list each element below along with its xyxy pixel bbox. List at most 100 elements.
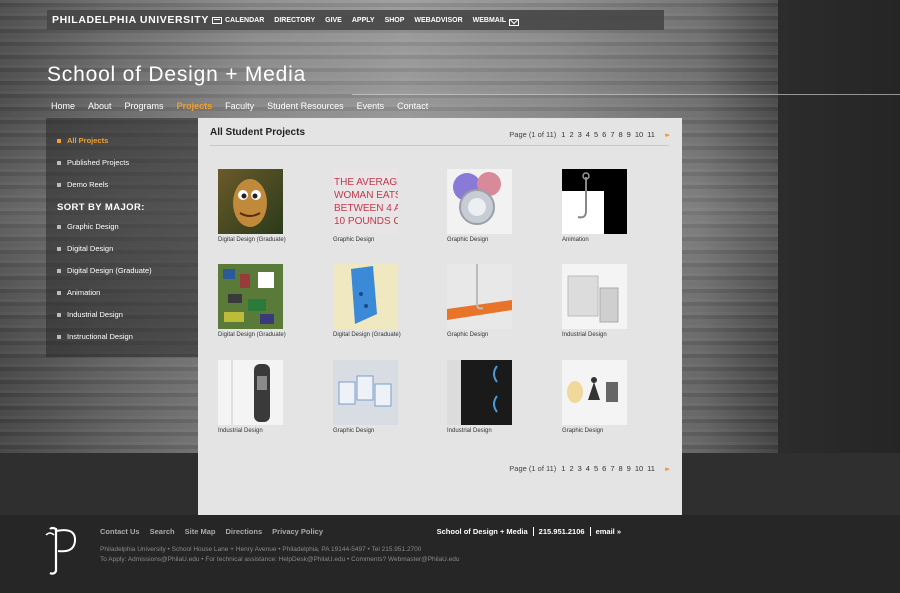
sidebar-item-digital-design[interactable]: Digital Design [57, 244, 113, 253]
page-link[interactable]: 2 [569, 464, 573, 473]
sidebar-item-published-projects[interactable]: Published Projects [57, 158, 129, 167]
page-link[interactable]: 5 [594, 130, 598, 139]
page-link[interactable]: 7 [610, 464, 614, 473]
sidebar-item-graphic-design[interactable]: Graphic Design [57, 222, 119, 231]
nav-item-projects[interactable]: Projects [177, 101, 213, 111]
utility-link-shop[interactable]: SHOP [385, 17, 405, 24]
project-tile[interactable]: Graphic Design [447, 264, 557, 349]
sidebar-item-label: Industrial Design [67, 310, 123, 319]
page-link[interactable]: 1 [561, 130, 565, 139]
page-link[interactable]: 9 [627, 130, 631, 139]
sidebar-item-label: All Projects [67, 136, 109, 145]
project-tile[interactable]: Graphic Design [562, 360, 672, 445]
utility-link-webadvisor[interactable]: WEBADVISOR [414, 17, 462, 24]
sidebar-item-animation[interactable]: Animation [57, 288, 100, 297]
bullet-icon [57, 246, 61, 251]
sidebar-item-instructional-design[interactable]: Instructional Design [57, 332, 133, 341]
nav-item-contact[interactable]: Contact [397, 101, 428, 111]
sidebar-item-label: Published Projects [67, 158, 130, 167]
project-major-label: Graphic Design [447, 332, 489, 338]
page-link[interactable]: 10 [635, 464, 643, 473]
project-thumbnail[interactable] [447, 169, 512, 234]
project-thumbnail[interactable]: THE AVERAGE WOMAN EATS BETWEEN 4 AN 10 P… [333, 169, 398, 234]
footer-link-contact-us[interactable]: Contact Us [100, 527, 140, 536]
nav-item-student-resources[interactable]: Student Resources [267, 101, 344, 111]
pagination-bottom: Page (1 of 11) 1 2 3 4 5 6 7 8 9 10 11 ▸… [509, 464, 670, 473]
divider [589, 527, 591, 536]
nav-item-home[interactable]: Home [51, 101, 75, 111]
project-thumbnail[interactable] [218, 169, 283, 234]
nav-item-about[interactable]: About [88, 101, 112, 111]
footer-link-site-map[interactable]: Site Map [185, 527, 216, 536]
project-major-label: Industrial Design [447, 428, 492, 434]
philau-p-logo-icon[interactable] [42, 523, 82, 575]
utility-link-apply[interactable]: APPLY [352, 17, 375, 24]
nav-item-faculty[interactable]: Faculty [225, 101, 254, 111]
page-link[interactable]: 4 [586, 464, 590, 473]
right-gutter [778, 0, 900, 515]
project-major-label: Digital Design (Graduate) [333, 332, 401, 338]
utility-link-give[interactable]: GIVE [325, 17, 342, 24]
page-link[interactable]: 8 [618, 464, 622, 473]
project-tile[interactable]: Digital Design (Graduate) [218, 169, 328, 254]
footer-link-search[interactable]: Search [150, 527, 175, 536]
utility-link-directory[interactable]: DIRECTORY [274, 17, 315, 24]
project-tile[interactable]: Industrial Design [447, 360, 557, 445]
page-link[interactable]: 3 [578, 130, 582, 139]
sidebar-item-industrial-design[interactable]: Industrial Design [57, 310, 123, 319]
svg-text:BETWEEN 4 AN: BETWEEN 4 AN [334, 203, 398, 214]
utility-link-webmail[interactable]: WEBMAIL [473, 17, 520, 26]
nav-item-events[interactable]: Events [357, 101, 385, 111]
project-thumbnail[interactable] [562, 264, 627, 329]
project-tile[interactable]: Graphic Design [333, 360, 443, 445]
page-link[interactable]: 1 [561, 464, 565, 473]
project-tile[interactable]: Digital Design (Graduate) [218, 264, 328, 349]
page-link[interactable]: 7 [610, 130, 614, 139]
project-tile[interactable]: THE AVERAGE WOMAN EATS BETWEEN 4 AN 10 P… [333, 169, 443, 254]
project-thumbnail[interactable] [218, 360, 283, 425]
project-tile[interactable]: Industrial Design [218, 360, 328, 445]
footer-phone: 215.951.2106 [538, 527, 585, 536]
footer-address-line: Philadelphia University • School House L… [100, 546, 422, 553]
sidebar-item-all-projects[interactable]: All Projects [57, 136, 108, 145]
utility-link-calendar[interactable]: CALENDAR [212, 16, 264, 24]
nav-item-programs[interactable]: Programs [125, 101, 164, 111]
page-link[interactable]: 6 [602, 464, 606, 473]
project-thumbnail[interactable] [447, 360, 512, 425]
page-link[interactable]: 5 [594, 464, 598, 473]
utility-link-label: DIRECTORY [274, 16, 316, 24]
footer-link-directions[interactable]: Directions [225, 527, 262, 536]
page-link[interactable]: 3 [578, 464, 582, 473]
page-link[interactable]: 9 [627, 464, 631, 473]
project-tile[interactable]: Industrial Design [562, 264, 672, 349]
page-link[interactable]: 8 [618, 130, 622, 139]
project-thumbnail[interactable] [562, 169, 627, 234]
project-tile[interactable]: Digital Design (Graduate) [333, 264, 443, 349]
bullet-icon [57, 138, 61, 143]
project-major-label: Digital Design (Graduate) [218, 237, 286, 243]
project-major-label: Graphic Design [333, 428, 375, 434]
project-thumbnail[interactable] [218, 264, 283, 329]
sidebar-item-demo-reels[interactable]: Demo Reels [57, 180, 108, 189]
project-thumbnail[interactable] [562, 360, 627, 425]
project-thumbnail[interactable] [447, 264, 512, 329]
page-link[interactable]: 4 [586, 130, 590, 139]
utility-links: CALENDAR DIRECTORY GIVE APPLY SHOP WEBAD… [212, 16, 520, 26]
page-indicator: Page (1 of 11) [509, 464, 557, 473]
sidebar-item-digital-design-graduate[interactable]: Digital Design (Graduate) [57, 266, 152, 275]
project-tile[interactable]: Graphic Design [447, 169, 557, 254]
page-link[interactable]: 11 [647, 130, 655, 139]
double-chevron-right-icon[interactable]: ▸▸ [665, 131, 670, 139]
page-link[interactable]: 11 [647, 464, 655, 473]
page-link[interactable]: 2 [569, 130, 573, 139]
page-link[interactable]: 6 [602, 130, 606, 139]
footer-email-link[interactable]: email » [596, 527, 621, 536]
project-tile[interactable]: Animation [562, 169, 672, 254]
footer-link-privacy-policy[interactable]: Privacy Policy [272, 527, 323, 536]
project-major-label: Animation [562, 237, 589, 243]
page-link[interactable]: 10 [635, 130, 643, 139]
double-chevron-right-icon[interactable]: ▸▸ [665, 465, 670, 473]
project-thumbnail[interactable] [333, 360, 398, 425]
university-brand[interactable]: PHILADELPHIA UNIVERSITY [52, 14, 212, 26]
project-thumbnail[interactable] [333, 264, 398, 329]
